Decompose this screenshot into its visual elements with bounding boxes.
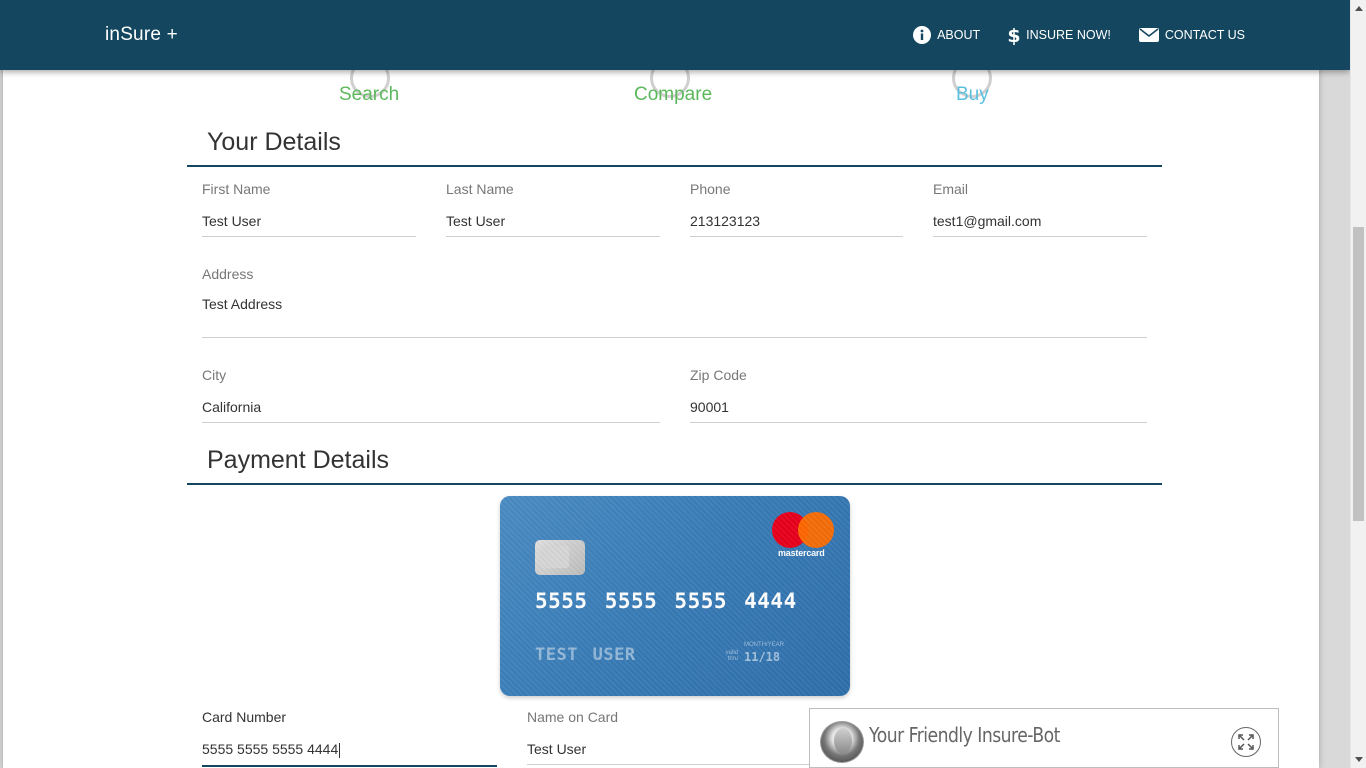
address-label: Address xyxy=(202,266,254,282)
page: Search Compare Buy Your Details First Na… xyxy=(0,0,1350,768)
chatbot-widget[interactable]: Your Friendly Insure-Bot xyxy=(809,708,1279,768)
last-name-input[interactable]: Test User xyxy=(446,213,660,237)
scroll-up-arrow-icon[interactable] xyxy=(1351,0,1366,17)
payment-details-title: Payment Details xyxy=(207,446,390,474)
city-input[interactable]: California xyxy=(202,399,660,423)
info-circle-icon xyxy=(913,26,932,44)
phone-field[interactable]: Phone 213123123 xyxy=(690,181,903,237)
name-on-card-label: Name on Card xyxy=(527,709,619,725)
card-preview-name: TEST USER xyxy=(535,645,636,665)
phone-input[interactable]: 213123123 xyxy=(690,213,903,237)
your-details-title: Your Details xyxy=(207,128,341,156)
page-scrollbar[interactable] xyxy=(1350,0,1366,768)
payment-details-divider xyxy=(187,483,1162,485)
zip-code-label: Zip Code xyxy=(690,367,747,383)
last-name-label: Last Name xyxy=(446,181,514,197)
nav-links: ABOUT $ INSURE NOW! CONTACT US xyxy=(913,0,1245,70)
progress-steps: Search Compare Buy xyxy=(3,58,1319,114)
nav-insure-now[interactable]: $ INSURE NOW! xyxy=(1008,25,1111,45)
card-number-label: Card Number xyxy=(202,709,287,725)
email-input[interactable]: test1@gmail.com xyxy=(933,213,1147,237)
dollar-icon: $ xyxy=(1008,25,1020,45)
city-label: City xyxy=(202,367,227,383)
card-valid-thru-label: valid thru xyxy=(725,650,738,662)
email-label: Email xyxy=(933,181,969,197)
top-navbar: inSure + ABOUT $ INSURE NOW! CONTACT US xyxy=(0,0,1350,70)
last-name-field[interactable]: Last Name Test User xyxy=(446,181,660,237)
expand-icon[interactable] xyxy=(1231,727,1261,757)
scrollbar-thumb[interactable] xyxy=(1353,227,1364,521)
credit-card-preview: mastercard 5555 5555 5555 4444 TEST USER… xyxy=(500,496,850,696)
card-number-field[interactable]: Card Number 5555 5555 5555 4444 xyxy=(202,709,497,767)
name-on-card-field[interactable]: Name on Card Test User xyxy=(527,709,822,765)
step-compare[interactable]: Compare xyxy=(634,84,712,106)
your-details-divider xyxy=(187,165,1162,167)
scroll-down-arrow-icon[interactable] xyxy=(1351,751,1366,768)
chatbot-title: Your Friendly Insure-Bot xyxy=(869,723,1060,747)
nav-contact-us[interactable]: CONTACT US xyxy=(1138,27,1245,43)
card-preview-expiry: 11/18 xyxy=(744,650,781,664)
card-number-input[interactable]: 5555 5555 5555 4444 xyxy=(202,741,497,767)
address-field[interactable]: Address Test Address xyxy=(202,266,1147,338)
brand-logo[interactable]: inSure + xyxy=(105,24,178,46)
nav-insure-now-label: INSURE NOW! xyxy=(1026,28,1111,42)
nav-about-label: ABOUT xyxy=(937,28,981,42)
text-caret xyxy=(339,742,341,758)
zip-code-field[interactable]: Zip Code 90001 xyxy=(690,367,1147,423)
card-preview-number: 5555 5555 5555 4444 xyxy=(535,589,797,613)
svg-text:$: $ xyxy=(1008,25,1020,45)
step-search[interactable]: Search xyxy=(339,84,399,106)
zip-code-input[interactable]: 90001 xyxy=(690,399,1147,423)
address-input[interactable]: Test Address xyxy=(202,296,1147,338)
card-chip-icon xyxy=(535,540,585,575)
card-month-year-label: MONTH/YEAR xyxy=(744,642,785,648)
email-field[interactable]: Email test1@gmail.com xyxy=(933,181,1147,237)
name-on-card-input[interactable]: Test User xyxy=(527,741,822,765)
mastercard-logo-icon xyxy=(772,512,834,548)
first-name-field[interactable]: First Name Test User xyxy=(202,181,416,237)
step-buy[interactable]: Buy xyxy=(956,84,989,106)
first-name-label: First Name xyxy=(202,181,271,197)
bot-avatar xyxy=(820,721,864,763)
first-name-input[interactable]: Test User xyxy=(202,213,416,237)
nav-contact-us-label: CONTACT US xyxy=(1164,28,1245,42)
main-content: Search Compare Buy Your Details First Na… xyxy=(3,0,1319,768)
envelope-icon xyxy=(1138,28,1159,42)
phone-label: Phone xyxy=(690,181,731,197)
mastercard-wordmark: mastercard xyxy=(778,548,825,558)
city-field[interactable]: City California xyxy=(202,367,660,423)
nav-about[interactable]: ABOUT xyxy=(913,26,980,44)
